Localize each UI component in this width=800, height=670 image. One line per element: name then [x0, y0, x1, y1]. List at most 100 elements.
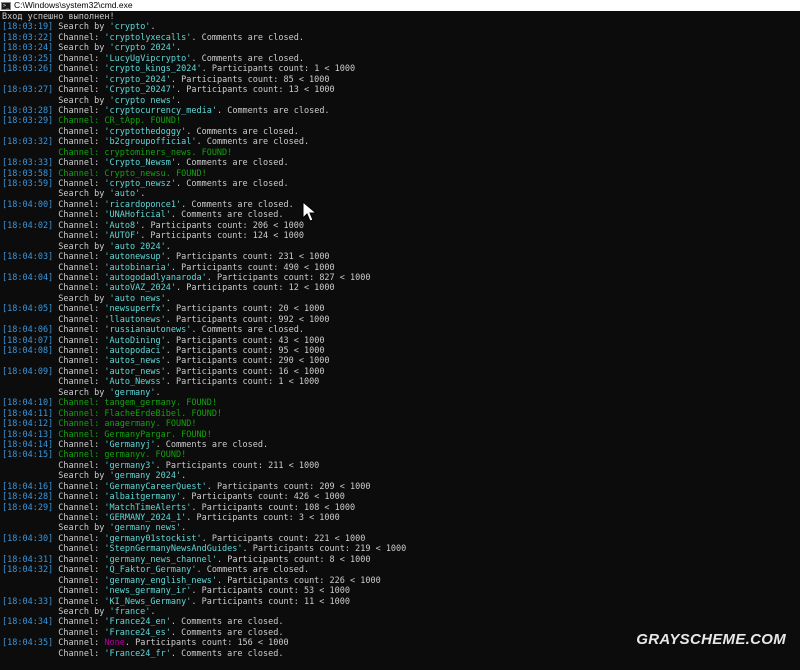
- log-text: . Comments are closed.: [191, 53, 304, 64]
- console-line: [18:04:05] Channel: 'newsuperfx'. Partic…: [2, 304, 798, 314]
- log-text: Channel:: [53, 252, 105, 263]
- log-text: Channel: CR_tApp. FOUND!: [53, 116, 182, 127]
- timestamp: [18:03:59]: [2, 179, 54, 189]
- log-text: . Participants count: 426 < 1000: [181, 492, 345, 503]
- log-text: Channel:: [53, 32, 105, 43]
- timestamp: [18:04:10]: [2, 398, 54, 409]
- log-text: 'France24_en': [104, 617, 171, 628]
- log-text: . Participants count: 827 < 1000: [206, 272, 371, 283]
- log-text: . Participants count: 290 < 1000: [165, 356, 330, 367]
- timestamp: [18:04:09]: [2, 366, 54, 377]
- log-text: Search by: [2, 95, 110, 106]
- log-text: 'crypto_newsz': [104, 179, 177, 189]
- log-text: 'UNAHoficial': [104, 210, 171, 221]
- console-line: [18:03:33] Channel: 'Crypto_Newsm'. Comm…: [2, 158, 798, 168]
- console-line: [18:04:31] Channel: 'germany_news_channe…: [2, 555, 798, 565]
- console-line: [18:04:00] Channel: 'ricardoponce1'. Com…: [2, 200, 798, 210]
- window-titlebar[interactable]: >_ C:\Windows\system32\cmd.exe: [0, 0, 800, 11]
- log-text: 'Crypto_Newsm': [104, 158, 177, 169]
- console-line: Channel: 'France24_fr'. Comments are clo…: [2, 649, 798, 659]
- console-line: Search by 'germany 2024'.: [2, 471, 798, 481]
- timestamp: [18:04:12]: [2, 419, 54, 430]
- log-text: Search by: [2, 241, 110, 252]
- log-text: 'germany_news_channel': [104, 554, 217, 565]
- console-line: [18:04:16] Channel: 'GermanyCareerQuest'…: [2, 482, 798, 492]
- log-text: Channel:: [53, 492, 105, 503]
- log-text: 'Germanyj': [104, 439, 156, 450]
- timestamp: [18:03:28]: [2, 105, 54, 116]
- console-line: Вход успешно выполнен!: [2, 12, 798, 22]
- log-text: .: [176, 43, 182, 54]
- log-text: Channel:: [53, 596, 105, 607]
- log-text: Channel:: [53, 137, 105, 148]
- log-text: . Participants count: 20 < 1000: [165, 304, 325, 315]
- console-line: Channel: 'cryptothedoggy'. Comments are …: [2, 127, 798, 137]
- timestamp: [18:03:22]: [2, 32, 54, 43]
- timestamp: [18:04:07]: [2, 335, 54, 346]
- log-text: 'AutoDining': [104, 335, 166, 346]
- log-text: 'b2cgroupofficial': [104, 137, 197, 148]
- log-text: 'crypto 2024': [109, 43, 177, 54]
- log-text: Channel:: [2, 314, 105, 325]
- console-line: [18:03:19] Search by 'crypto'.: [2, 22, 798, 32]
- timestamp: [18:03:32]: [2, 137, 54, 148]
- log-text: 'LucyUgVipcrypto': [104, 53, 192, 64]
- log-text: Channel:: [2, 648, 105, 659]
- timestamp: [18:04:13]: [2, 429, 54, 440]
- log-text: .: [140, 189, 146, 200]
- console-line: Channel: 'autobinaria'. Participants cou…: [2, 263, 798, 273]
- log-text: Channel:: [53, 617, 105, 628]
- log-text: . Comments are closed.: [155, 439, 269, 450]
- console-line: [18:04:33] Channel: 'KI_News_Germany'. P…: [2, 597, 798, 607]
- log-text: . Comments are closed.: [170, 627, 284, 638]
- console-line: [18:03:28] Channel: 'cryptocurrency_medi…: [2, 106, 798, 116]
- log-text: .: [181, 523, 187, 534]
- console-line: Channel: 'StepnGermanyNewsAndGuides'. Pa…: [2, 544, 798, 554]
- timestamp: [18:04:35]: [2, 638, 54, 649]
- log-text: . Participants count: 8 < 1000: [216, 554, 371, 565]
- timestamp: [18:04:14]: [2, 439, 54, 450]
- log-text: . Participants count: 209 < 1000: [206, 481, 371, 492]
- log-text: 'StepnGermanyNewsAndGuides': [104, 544, 243, 555]
- log-text: None: [104, 638, 125, 649]
- log-text: Channel:: [53, 481, 105, 492]
- console-line: Channel: 'autos_news'. Participants coun…: [2, 356, 798, 366]
- log-text: Channel:: [2, 377, 105, 388]
- console-line: [18:03:59] Channel: 'crypto_newsz'. Comm…: [2, 179, 798, 189]
- log-text: Search by: [2, 471, 110, 482]
- mouse-pointer-icon: [302, 201, 318, 222]
- log-text: Channel:: [2, 210, 105, 221]
- timestamp: [18:03:24]: [2, 43, 54, 54]
- console-line: Channel: 'UNAHoficial'. Comments are clo…: [2, 210, 798, 220]
- log-text: . Participants count: 226 < 1000: [216, 575, 381, 586]
- console-line: Channel: 'autoVAZ_2024'. Participants co…: [2, 283, 798, 293]
- log-text: Search by: [2, 387, 110, 398]
- log-text: . Participants count: 13 < 1000: [176, 85, 335, 96]
- console-line: Search by 'auto news'.: [2, 294, 798, 304]
- log-text: Channel:: [53, 638, 105, 649]
- log-text: 'crypto_2024': [104, 74, 171, 85]
- log-text: Search by: [53, 22, 110, 33]
- console-line: [18:03:24] Search by 'crypto 2024'.: [2, 43, 798, 53]
- log-text: .: [165, 293, 171, 304]
- log-text: Search by: [53, 43, 110, 54]
- console-line: [18:04:14] Channel: 'Germanyj'. Comments…: [2, 440, 798, 450]
- log-text: Channel: cryptominers_news. FOUND!: [2, 147, 233, 158]
- console-line: [18:04:04] Channel: 'autogodadlyanaroda'…: [2, 273, 798, 283]
- console-line: [18:03:27] Channel: 'Crypto_20247'. Part…: [2, 85, 798, 95]
- log-text: 'GermanyCareerQuest': [104, 481, 207, 492]
- console-line: Channel: 'germany_english_news'. Partici…: [2, 576, 798, 586]
- log-text: Search by: [2, 523, 110, 534]
- log-text: Channel:: [2, 575, 105, 586]
- timestamp: [18:04:03]: [2, 252, 54, 263]
- log-text: . Participants count: 490 < 1000: [170, 262, 335, 273]
- timestamp: [18:03:19]: [2, 22, 54, 33]
- log-text: Channel:: [2, 513, 105, 523]
- console-output[interactable]: Вход успешно выполнен! [18:03:19] Search …: [2, 12, 798, 659]
- log-text: . Comments are closed.: [191, 32, 304, 43]
- log-text: Channel:: [53, 366, 105, 377]
- log-text: .: [165, 241, 171, 252]
- log-text: . Comments are closed.: [176, 179, 289, 189]
- log-text: . Participants count: 108 < 1000: [191, 502, 356, 513]
- console-line: [18:04:02] Channel: 'Auto8'. Participant…: [2, 221, 798, 231]
